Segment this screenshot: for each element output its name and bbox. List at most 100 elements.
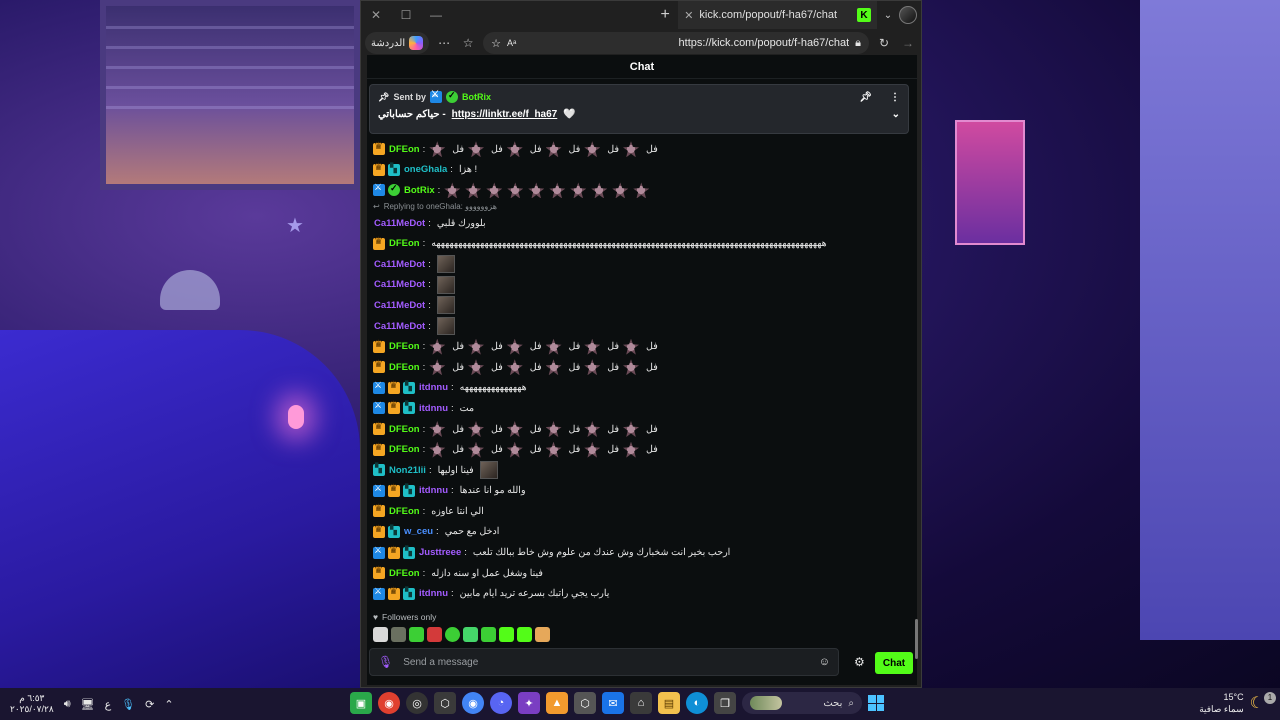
emote-4[interactable] bbox=[427, 627, 442, 642]
microphone-icon[interactable]: 🎙︎ bbox=[378, 655, 393, 669]
emote-6[interactable] bbox=[463, 627, 478, 642]
heart-icon: ♥ bbox=[373, 612, 379, 622]
discord-icon[interactable]: ◔ bbox=[490, 692, 512, 714]
image-emote[interactable] bbox=[436, 255, 455, 274]
chat-username[interactable]: Non21lii bbox=[389, 465, 426, 476]
app-a-icon[interactable]: ▲ bbox=[546, 692, 568, 714]
chat-username[interactable]: Ca11MeDot bbox=[374, 300, 425, 311]
pinned-link[interactable]: https://linktr.ee/f_ha67 bbox=[452, 109, 558, 120]
emote-icon bbox=[486, 182, 503, 199]
emote-icon bbox=[584, 441, 601, 458]
start-button[interactable] bbox=[868, 695, 884, 711]
add-favorite-icon[interactable]: ☆ bbox=[491, 37, 501, 50]
chat-username[interactable]: itdnnu bbox=[419, 485, 448, 496]
microphone-icon[interactable]: 🎙︎ bbox=[121, 698, 135, 711]
pinned-author[interactable]: BotRix bbox=[462, 92, 491, 102]
emote-3[interactable] bbox=[409, 627, 424, 642]
chat-username[interactable]: oneGhala bbox=[404, 164, 447, 175]
chat-username[interactable]: DFEon bbox=[389, 144, 420, 155]
chat-username[interactable]: BotRix bbox=[404, 185, 435, 196]
maximize-window-button[interactable]: ☐ bbox=[391, 1, 421, 29]
chat-username[interactable]: DFEon bbox=[389, 341, 420, 352]
app-hex-icon[interactable]: ⬡ bbox=[574, 692, 596, 714]
image-emote[interactable] bbox=[436, 317, 455, 336]
language-indicator[interactable]: ع bbox=[105, 698, 112, 711]
network-icon[interactable]: 🖥︎ bbox=[81, 698, 95, 711]
emote-7[interactable] bbox=[481, 627, 496, 642]
chat-username[interactable]: Ca11MeDot bbox=[374, 321, 425, 332]
reply-context[interactable]: ↩ Replying to oneGhala: هزوووووو bbox=[373, 201, 907, 213]
image-emote[interactable] bbox=[436, 275, 455, 294]
message-text: ارحب بخير انت شخبارك وش عندك من علوم وش … bbox=[472, 547, 731, 559]
emote-10[interactable] bbox=[535, 627, 550, 642]
chat-username[interactable]: DFEon bbox=[389, 506, 420, 517]
app-cube-icon[interactable]: ⬡ bbox=[434, 692, 456, 714]
emote-8[interactable] bbox=[499, 627, 514, 642]
volume-icon[interactable]: 🔊︎ bbox=[64, 698, 71, 711]
close-tab-icon[interactable]: ✕ bbox=[684, 9, 693, 22]
chat-username[interactable]: DFEon bbox=[389, 424, 420, 435]
chat-username[interactable]: w_ceu bbox=[404, 526, 433, 537]
sync-icon[interactable]: ⟳ bbox=[145, 698, 154, 711]
profile-avatar[interactable] bbox=[899, 6, 917, 24]
chat-username[interactable]: itdnnu bbox=[419, 403, 448, 414]
read-aloud-icon[interactable]: Aᵃ bbox=[507, 38, 516, 48]
minimize-window-button[interactable]: — bbox=[421, 1, 451, 29]
outlook-icon[interactable]: ✉ bbox=[602, 692, 624, 714]
emote-5[interactable] bbox=[445, 627, 460, 642]
image-emote[interactable] bbox=[479, 461, 498, 480]
taskbar-search[interactable]: بحث ⌕ bbox=[742, 692, 862, 714]
store-icon[interactable]: ⌂ bbox=[630, 692, 652, 714]
emote-9[interactable] bbox=[517, 627, 532, 642]
tab-list-chevron-icon[interactable]: ⌄ bbox=[877, 10, 899, 21]
name-separator: : bbox=[422, 143, 426, 155]
chat-username[interactable]: DFEon bbox=[389, 444, 420, 455]
chat-scrollbar[interactable] bbox=[915, 139, 918, 659]
copilot-app-icon[interactable]: ✦ bbox=[518, 692, 540, 714]
chat-username[interactable]: DFEon bbox=[389, 238, 420, 249]
subscriber-badge-icon bbox=[403, 546, 415, 559]
message-input[interactable] bbox=[403, 656, 809, 668]
refresh-icon[interactable]: ↻ bbox=[875, 36, 893, 50]
chat-username[interactable]: itdnnu bbox=[419, 588, 448, 599]
chat-username[interactable]: Ca11MeDot bbox=[374, 218, 425, 229]
pinned-menu-icon[interactable]: ⋮ bbox=[890, 92, 900, 103]
new-tab-button[interactable]: + bbox=[652, 6, 678, 24]
favorites-icon[interactable]: ☆ bbox=[459, 36, 477, 50]
edge-icon[interactable]: ◐ bbox=[686, 692, 708, 714]
chat-username[interactable]: DFEon bbox=[389, 362, 420, 373]
weather-widget[interactable]: 15°C سماء صافية ☾ bbox=[1199, 691, 1264, 715]
task-view-icon[interactable]: ❐ bbox=[714, 692, 736, 714]
clock[interactable]: ٦:٥٣ م ٢٠٢٥/٠٧/٢٨ bbox=[10, 693, 54, 715]
chat-username[interactable]: Ca11MeDot bbox=[374, 259, 425, 270]
emoji-picker-icon[interactable]: ☺ bbox=[819, 656, 830, 668]
url-field[interactable]: ☆ Aᵃ https://kick.com/popout/f-ha67/chat… bbox=[483, 32, 869, 54]
forward-icon[interactable]: → bbox=[899, 36, 917, 50]
emote-1[interactable] bbox=[373, 627, 388, 642]
show-hidden-icons-chevron-icon[interactable]: ⌃ bbox=[164, 698, 173, 711]
moderator-badge-icon bbox=[429, 89, 442, 103]
more-options-icon[interactable]: ⋯ bbox=[435, 36, 453, 50]
close-window-button[interactable]: ✕ bbox=[361, 1, 391, 29]
chat-username[interactable]: DFEon bbox=[389, 568, 420, 579]
site-lock-icon[interactable]: 🔒︎ bbox=[855, 37, 861, 50]
copilot-button[interactable]: الدردشة bbox=[365, 32, 430, 54]
chrome-icon[interactable]: ◉ bbox=[378, 692, 400, 714]
app-icon-1[interactable]: ▣ bbox=[350, 692, 372, 714]
send-chat-button[interactable]: Chat bbox=[875, 652, 913, 674]
notification-badge[interactable]: 1 bbox=[1264, 692, 1276, 704]
browser-tab[interactable]: ✕ kick.com/popout/f-ha67/chat K bbox=[678, 1, 877, 29]
chat-username[interactable]: Justtreee bbox=[419, 547, 461, 558]
chat-username[interactable]: Ca11MeDot bbox=[374, 279, 425, 290]
emote-2[interactable] bbox=[391, 627, 406, 642]
chat-settings-gear-icon[interactable]: ⚙ bbox=[854, 655, 865, 669]
scroll-thumb[interactable] bbox=[915, 619, 918, 659]
file-explorer-icon[interactable]: ▤ bbox=[658, 692, 680, 714]
chat-username[interactable]: itdnnu bbox=[419, 382, 448, 393]
unpin-icon[interactable]: 📌︎ bbox=[859, 92, 872, 103]
expand-chevron-icon[interactable]: ⌄ bbox=[892, 109, 900, 120]
obs-icon[interactable]: ◎ bbox=[406, 692, 428, 714]
followers-only-notice: ♥ Followers only bbox=[373, 612, 436, 622]
chrome-alt-icon[interactable]: ◉ bbox=[462, 692, 484, 714]
image-emote[interactable] bbox=[436, 296, 455, 315]
